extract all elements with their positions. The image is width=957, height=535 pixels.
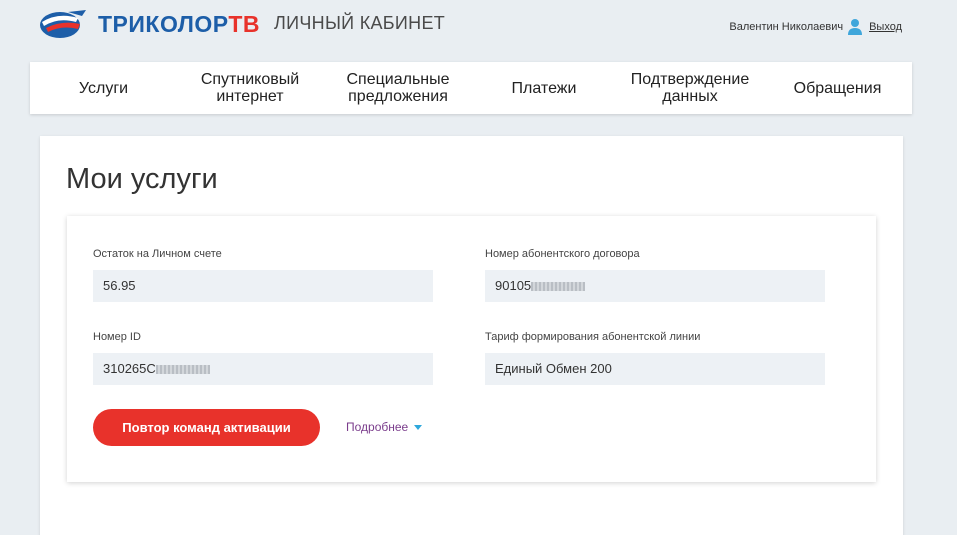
more-details-label: Подробнее — [346, 420, 409, 434]
balance-label: Остаток на Личном счете — [93, 248, 222, 260]
caret-down-icon — [414, 424, 423, 430]
tricolor-logo-icon — [40, 10, 86, 38]
logo-text: ТРИКОЛОРТВ — [98, 11, 261, 37]
nav-item-data-confirmation[interactable]: Подтверждение данных — [620, 62, 760, 114]
header: ТРИКОЛОРТВ ЛИЧНЫЙ КАБИНЕТ Валентин Никол… — [0, 0, 957, 56]
repeat-activation-button[interactable]: Повтор команд активации — [93, 409, 320, 446]
id-value: 310265C — [93, 353, 433, 385]
tariff-label: Тариф формирования абонентской линии — [485, 331, 701, 343]
contract-label: Номер абонентского договора — [485, 248, 640, 260]
services-card: Мои услуги Остаток на Личном счете 56.95… — [40, 136, 903, 535]
nav-item-satellite-internet[interactable]: Спутниковый интернет — [182, 62, 318, 114]
main-nav: Услуги Спутниковый интернет Специальные … — [30, 62, 912, 114]
user-icon[interactable] — [847, 18, 863, 36]
nav-item-services[interactable]: Услуги — [30, 62, 177, 114]
balance-value: 56.95 — [93, 270, 433, 302]
page-title: Мои услуги — [66, 163, 218, 195]
logo[interactable]: ТРИКОЛОРТВ — [38, 8, 260, 40]
nav-item-special-offers[interactable]: Специальные предложения — [328, 62, 468, 114]
nav-item-requests[interactable]: Обращения — [775, 62, 900, 114]
page-section-title: ЛИЧНЫЙ КАБИНЕТ — [274, 13, 446, 33]
id-label: Номер ID — [93, 331, 141, 343]
masked-digits — [155, 365, 210, 375]
user-name: Валентин Николаевич — [729, 21, 844, 33]
contract-value: 90105 — [485, 270, 825, 302]
masked-digits — [531, 282, 586, 292]
more-details-link[interactable]: Подробнее — [346, 420, 423, 434]
nav-item-payments[interactable]: Платежи — [485, 62, 603, 114]
user-box: Валентин Николаевич Выход — [729, 18, 902, 36]
logout-link[interactable]: Выход — [869, 21, 902, 33]
services-panel: Остаток на Личном счете 56.95 Номер абон… — [67, 216, 876, 482]
tariff-value: Единый Обмен 200 — [485, 353, 825, 385]
